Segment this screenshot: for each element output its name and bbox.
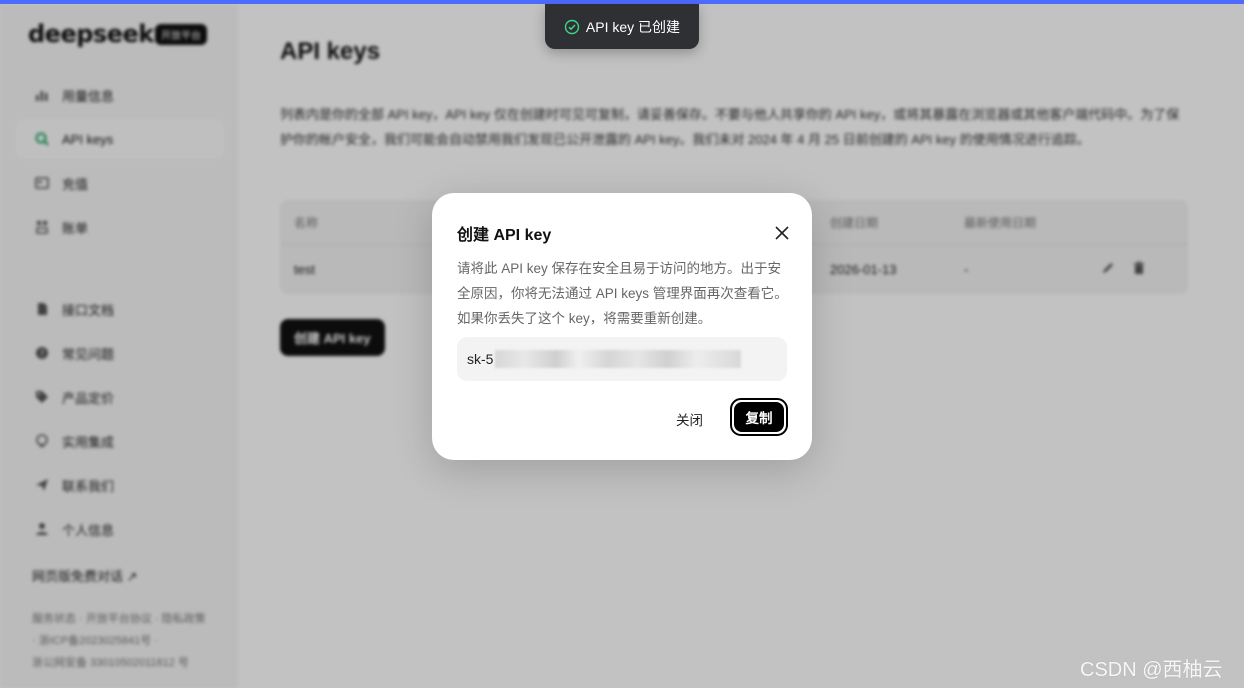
api-key-prefix: sk-5 <box>467 351 494 367</box>
watermark: CSDN @西柚云 <box>1080 659 1223 681</box>
create-api-key-modal: 创建 API key 请将此 API key 保存在安全且易于访问的地方。出于安… <box>432 193 812 460</box>
modal-description: 请将此 API key 保存在安全且易于访问的地方。出于安全原因，你将无法通过 … <box>457 261 788 326</box>
api-key-field[interactable]: sk-5 <box>457 337 787 381</box>
toast-text: API key 已创建 <box>585 18 681 35</box>
close-button[interactable]: 关闭 <box>676 409 703 429</box>
check-circle-icon <box>564 19 580 35</box>
api-key-redacted <box>495 350 742 368</box>
copy-button-label: 复制 <box>734 402 784 432</box>
close-icon[interactable] <box>771 222 793 244</box>
copy-button[interactable]: 复制 <box>730 398 788 436</box>
success-toast: API key 已创建 <box>545 4 699 49</box>
modal-title: 创建 API key <box>457 227 552 244</box>
app-root: deepseek 开放平台 用量信息 API keys 充值 账单 接口文档 ?… <box>0 0 1244 688</box>
